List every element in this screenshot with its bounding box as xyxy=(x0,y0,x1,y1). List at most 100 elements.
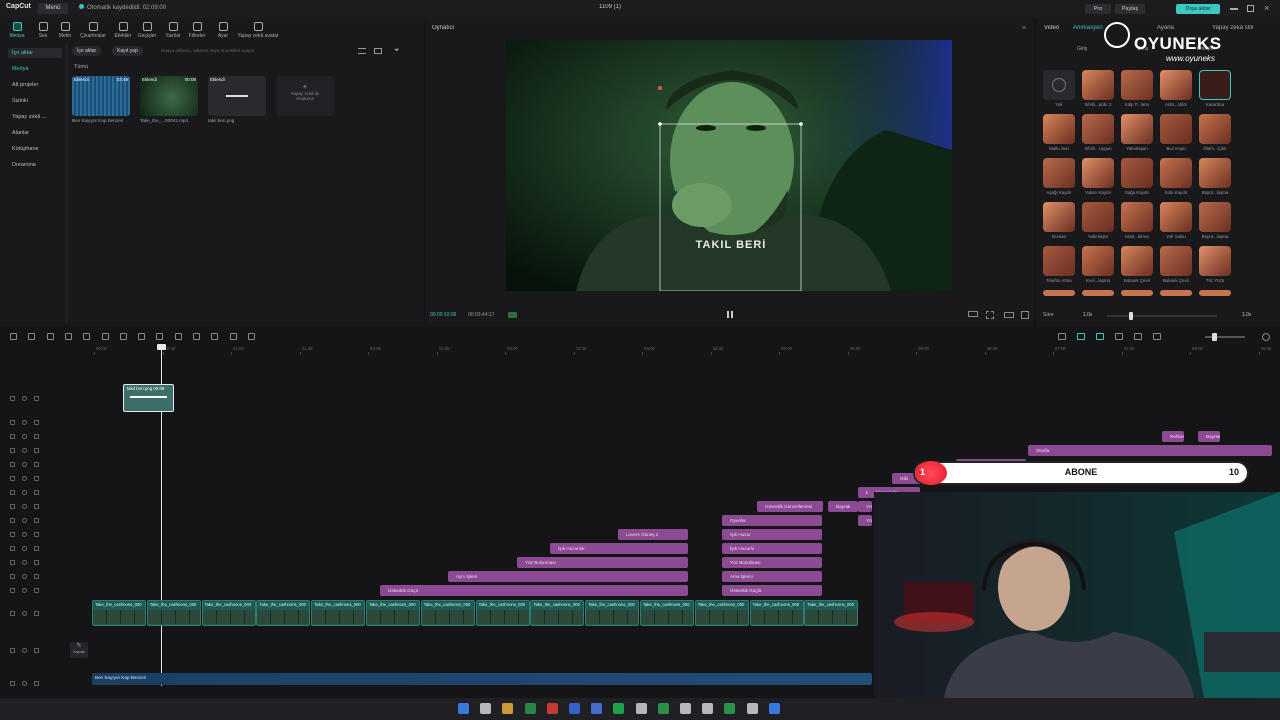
search-icon[interactable] xyxy=(480,703,492,714)
duration-out[interactable]: 1.0s xyxy=(1242,312,1251,318)
hide-icon[interactable] xyxy=(22,504,27,509)
animation-thumb[interactable] xyxy=(1199,202,1231,232)
mute-icon[interactable] xyxy=(34,648,39,653)
hide-icon[interactable] xyxy=(22,518,27,523)
close-icon[interactable]: × xyxy=(1264,3,1269,13)
minimize-icon[interactable] xyxy=(1230,8,1238,10)
rotate-icon[interactable] xyxy=(193,333,200,340)
audio-track-clip[interactable]: Ben Kayıyor Kap Benzeri xyxy=(92,673,872,685)
text-clip[interactable]: Bayrak xyxy=(1198,431,1220,442)
lock-icon[interactable] xyxy=(10,396,15,401)
lock-icon[interactable] xyxy=(10,681,15,686)
text-clip[interactable]: İşık Huzurluk xyxy=(550,543,688,554)
animation-thumb[interactable] xyxy=(1121,246,1153,276)
duration-slider-handle[interactable] xyxy=(1129,312,1133,320)
lock-icon[interactable] xyxy=(10,434,15,439)
lock-icon[interactable] xyxy=(10,611,15,616)
start-icon[interactable] xyxy=(458,703,469,714)
text-clip[interactable]: Ama İşlemi xyxy=(722,571,822,582)
video-clip[interactable]: Take_the_cashnons_000 xyxy=(146,600,201,626)
animation-thumb[interactable] xyxy=(1082,114,1114,144)
export-button[interactable]: Dışa aktar xyxy=(1176,4,1220,14)
animation-thumb[interactable] xyxy=(1199,158,1231,188)
video-clip[interactable]: Take_the_cashnons_000 xyxy=(804,600,859,626)
marker-icon[interactable] xyxy=(138,333,146,340)
mute-icon[interactable] xyxy=(34,434,39,439)
link-icon[interactable] xyxy=(1077,333,1085,340)
redo-icon[interactable] xyxy=(46,333,54,340)
animation-thumb[interactable] xyxy=(1082,70,1114,100)
chrome-icon[interactable] xyxy=(524,703,536,714)
media-search-input[interactable]: Dosya adlarını, adlarını veya öncekileri… xyxy=(155,46,345,56)
mic-icon[interactable] xyxy=(1058,333,1066,340)
tool-transitions[interactable]: Geçişler xyxy=(134,22,160,39)
animation-thumb[interactable] xyxy=(1043,158,1075,188)
auto-cut-icon[interactable] xyxy=(229,333,237,340)
mute-icon[interactable] xyxy=(34,574,39,579)
text-clip[interactable]: Yüksekle Güçlü xyxy=(858,515,872,526)
freeze-icon[interactable] xyxy=(211,333,219,340)
mute-icon[interactable] xyxy=(34,476,39,481)
terminal-icon[interactable] xyxy=(635,703,647,714)
subtab-in[interactable]: Giriş xyxy=(1077,46,1087,52)
tool-text[interactable]: Metin xyxy=(52,22,78,39)
aspect-ratio-icon[interactable] xyxy=(968,311,978,317)
ratio-icon[interactable] xyxy=(1004,312,1014,318)
zoom-in-icon[interactable] xyxy=(1262,333,1270,341)
animation-thumb[interactable] xyxy=(1082,246,1114,276)
hide-icon[interactable] xyxy=(22,396,27,401)
mirror-icon[interactable] xyxy=(174,333,182,340)
quality-badge[interactable] xyxy=(508,312,517,318)
video-clip[interactable]: Take_the_cashnons_000 xyxy=(640,600,694,626)
import-chip[interactable]: İçe aktar xyxy=(72,46,102,56)
lock-icon[interactable] xyxy=(10,648,15,653)
notes-icon[interactable] xyxy=(746,703,758,714)
tab-adjust[interactable]: Ayarla xyxy=(1157,25,1174,31)
mute-icon[interactable] xyxy=(34,560,39,565)
files-icon[interactable] xyxy=(502,703,514,714)
duration-in[interactable]: 1.0s xyxy=(1083,312,1092,318)
animation-thumb[interactable] xyxy=(1043,202,1075,232)
animation-thumb[interactable] xyxy=(1199,246,1231,276)
sidebar-item-subprojects[interactable]: Alt projeler xyxy=(8,80,62,90)
maximize-icon[interactable] xyxy=(1247,5,1254,12)
video-preview[interactable]: TAKIL BERİ xyxy=(506,40,952,291)
sidebar-item-library[interactable]: Kütüphane xyxy=(8,144,62,154)
text-clip[interactable]: Yüz Bozulması xyxy=(722,557,822,568)
video-clip[interactable]: Take_the_cashnons_000 xyxy=(420,600,475,626)
hide-icon[interactable] xyxy=(22,611,27,616)
zoom-slider-handle[interactable] xyxy=(1212,333,1217,341)
mute-icon[interactable] xyxy=(34,448,39,453)
record-chip[interactable]: Kayıt yap xyxy=(112,46,143,56)
mute-icon[interactable] xyxy=(34,518,39,523)
hide-icon[interactable] xyxy=(22,490,27,495)
lock-icon[interactable] xyxy=(10,504,15,509)
animation-thumb[interactable] xyxy=(1160,114,1192,144)
select-icon[interactable] xyxy=(10,333,17,340)
lock-icon[interactable] xyxy=(10,490,15,495)
mute-icon[interactable] xyxy=(34,462,39,467)
text-clip[interactable]: Yüksekle Güçleri xyxy=(858,501,872,512)
tool-sticker[interactable]: Çıkartmalar xyxy=(80,22,106,39)
screen-icon[interactable] xyxy=(1134,333,1142,340)
lock-icon[interactable] xyxy=(10,546,15,551)
mute-icon[interactable] xyxy=(34,532,39,537)
mute-icon[interactable] xyxy=(34,420,39,425)
sidebar-item-import[interactable]: İçe aktar xyxy=(8,48,62,58)
media-item-audio[interactable]: Eklendi 03:49 xyxy=(72,76,130,116)
magnet-icon[interactable] xyxy=(1096,333,1104,340)
animation-thumb[interactable] xyxy=(1082,158,1114,188)
split-icon[interactable] xyxy=(64,333,72,340)
sidebar-item-spaces[interactable]: Alanlar xyxy=(8,128,62,138)
lock-icon[interactable] xyxy=(10,448,15,453)
browser-icon[interactable] xyxy=(569,703,580,714)
hide-icon[interactable] xyxy=(22,648,27,653)
hide-icon[interactable] xyxy=(22,546,27,551)
media-item-video[interactable]: Eklendi 00:08 xyxy=(140,76,198,116)
animation-thumb[interactable] xyxy=(1160,158,1192,188)
crop-icon[interactable] xyxy=(156,333,164,340)
mute-icon[interactable] xyxy=(34,681,39,686)
settings-icon[interactable] xyxy=(702,703,714,714)
sidebar-item-yours[interactable]: Sizinki xyxy=(8,96,62,106)
video-clip[interactable]: Take_the_cashnons_000 xyxy=(311,600,366,626)
